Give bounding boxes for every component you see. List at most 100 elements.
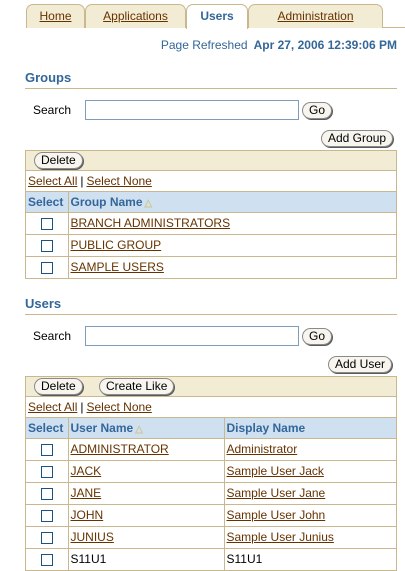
- checkbox-icon[interactable]: [40, 217, 53, 230]
- checkbox-icon[interactable]: [40, 509, 53, 522]
- tab-applications[interactable]: Applications: [85, 4, 186, 28]
- select-separator: |: [80, 174, 84, 188]
- display-name-link[interactable]: Sample User Jane: [227, 486, 326, 500]
- display-name-column-header[interactable]: Display Name: [224, 418, 396, 439]
- row-select-cell: [26, 504, 69, 527]
- display-name-cell: Sample User Jack: [224, 460, 396, 483]
- page-refreshed: Page Refreshed Apr 27, 2006 12:39:06 PM: [161, 38, 397, 52]
- tab-applications-label[interactable]: Applications: [103, 9, 168, 23]
- table-row: JANE Sample User Jane: [26, 482, 396, 505]
- groups-table-header-row: Select Group Name △: [26, 192, 396, 213]
- groups-delete-button[interactable]: Delete: [34, 152, 83, 169]
- users-section-divider: [25, 314, 397, 315]
- groups-section-title: Groups: [25, 70, 72, 85]
- add-user-button[interactable]: Add User: [328, 356, 393, 373]
- users-select-none-link[interactable]: Select None: [86, 400, 151, 414]
- user-name-link[interactable]: JANE: [71, 486, 102, 500]
- groups-table-toolbar: Delete: [26, 151, 396, 171]
- user-name-cell: JOHN: [68, 504, 225, 527]
- sort-ascending-icon[interactable]: △: [135, 424, 143, 435]
- row-select-cell: [26, 526, 69, 549]
- checkbox-icon[interactable]: [40, 531, 53, 544]
- checkbox-icon[interactable]: [40, 487, 53, 500]
- groups-select-column-header: Select: [26, 192, 69, 213]
- groups-section-divider: [25, 88, 397, 89]
- row-select-cell: [26, 482, 69, 505]
- users-search-label: Search: [33, 329, 72, 343]
- page-refreshed-label: Page Refreshed: [160, 38, 248, 52]
- checkbox-icon[interactable]: [40, 465, 53, 478]
- table-row: JUNIUS Sample User Junius: [26, 526, 396, 549]
- row-select-cell: [26, 212, 69, 235]
- user-name-cell: ADMINISTRATOR: [68, 438, 225, 461]
- user-name-text: S11U1: [70, 552, 107, 566]
- user-name-link[interactable]: JUNIUS: [71, 530, 114, 544]
- users-table-header-row: Select User Name △ Display Name: [26, 418, 396, 439]
- groups-select-bar: Select All | Select None: [26, 171, 396, 192]
- row-select-cell: [26, 438, 69, 461]
- tab-home-label[interactable]: Home: [39, 9, 71, 23]
- create-like-button[interactable]: Create Like: [99, 378, 175, 395]
- checkbox-icon[interactable]: [40, 239, 53, 252]
- checkbox-icon[interactable]: [40, 553, 53, 566]
- groups-go-button[interactable]: Go: [302, 102, 333, 119]
- page-refreshed-timestamp: Apr 27, 2006 12:39:06 PM: [253, 38, 397, 52]
- select-separator: |: [80, 400, 84, 414]
- tab-users[interactable]: Users: [186, 4, 248, 29]
- display-name-cell: Sample User John: [224, 504, 396, 527]
- user-name-link[interactable]: JACK: [71, 464, 102, 478]
- user-name-cell: JANE: [68, 482, 225, 505]
- tab-home[interactable]: Home: [26, 4, 85, 28]
- users-go-button[interactable]: Go: [302, 328, 333, 345]
- groups-table-container: Delete Select All | Select None Select Gro…: [25, 150, 397, 279]
- group-name-cell: PUBLIC GROUP: [68, 234, 396, 257]
- display-name-cell: Sample User Jane: [224, 482, 396, 505]
- users-search-input[interactable]: [85, 326, 299, 346]
- users-table-toolbar: Delete Create Like: [26, 377, 396, 397]
- row-select-cell: [26, 256, 69, 278]
- row-select-cell: [26, 234, 69, 257]
- table-row: ADMINISTRATOR Administrator: [26, 438, 396, 461]
- user-name-cell: JACK: [68, 460, 225, 483]
- user-name-link[interactable]: ADMINISTRATOR: [71, 442, 169, 456]
- groups-select-all-link[interactable]: Select All: [28, 174, 77, 188]
- group-name-cell: BRANCH ADMINISTRATORS: [68, 212, 396, 235]
- groups-select-none-link[interactable]: Select None: [86, 174, 151, 188]
- groups-table: Select Group Name △ BRANCH ADMINISTRATORS…: [26, 192, 396, 278]
- checkbox-icon[interactable]: [40, 262, 53, 275]
- checkbox-icon[interactable]: [40, 443, 53, 456]
- display-name-cell: Sample User Junius: [224, 526, 396, 549]
- group-name-link[interactable]: SAMPLE USERS: [71, 260, 164, 274]
- group-name-cell: SAMPLE USERS: [68, 256, 396, 278]
- groups-search-input[interactable]: [85, 100, 299, 120]
- table-row: JACK Sample User Jack: [26, 460, 396, 483]
- group-name-column-header[interactable]: Group Name △: [68, 192, 396, 213]
- tab-users-label[interactable]: Users: [200, 9, 233, 23]
- tab-administration-label[interactable]: Administration: [277, 9, 353, 23]
- add-group-button[interactable]: Add Group: [321, 130, 394, 147]
- group-name-header-label[interactable]: Group Name: [71, 195, 143, 209]
- user-name-column-header[interactable]: User Name △: [68, 418, 225, 439]
- users-select-column-header: Select: [26, 418, 69, 439]
- tab-administration[interactable]: Administration: [248, 4, 383, 28]
- display-name-link[interactable]: Sample User John: [227, 508, 326, 522]
- table-row: JOHN Sample User John: [26, 504, 396, 527]
- users-select-all-link[interactable]: Select All: [28, 400, 77, 414]
- user-name-link[interactable]: JOHN: [71, 508, 104, 522]
- users-delete-button[interactable]: Delete: [34, 378, 83, 395]
- group-name-link[interactable]: PUBLIC GROUP: [71, 238, 162, 252]
- display-name-link[interactable]: Sample User Junius: [227, 530, 334, 544]
- sort-ascending-icon[interactable]: △: [145, 198, 153, 209]
- users-table-container: Delete Create Like Select All | Select Non…: [25, 376, 397, 571]
- group-name-link[interactable]: BRANCH ADMINISTRATORS: [71, 216, 231, 230]
- users-select-bar: Select All | Select None: [26, 397, 396, 418]
- display-name-link[interactable]: Administrator: [227, 442, 298, 456]
- display-name-link[interactable]: Sample User Jack: [227, 464, 324, 478]
- groups-search-label: Search: [33, 103, 72, 117]
- row-select-cell: [26, 460, 69, 483]
- table-row: PUBLIC GROUP: [26, 234, 396, 257]
- user-name-cell: JUNIUS: [68, 526, 225, 549]
- users-section-title: Users: [25, 296, 62, 311]
- user-name-header-label[interactable]: User Name: [71, 421, 134, 435]
- tab-bar: Home Applications Users Administration: [26, 4, 405, 29]
